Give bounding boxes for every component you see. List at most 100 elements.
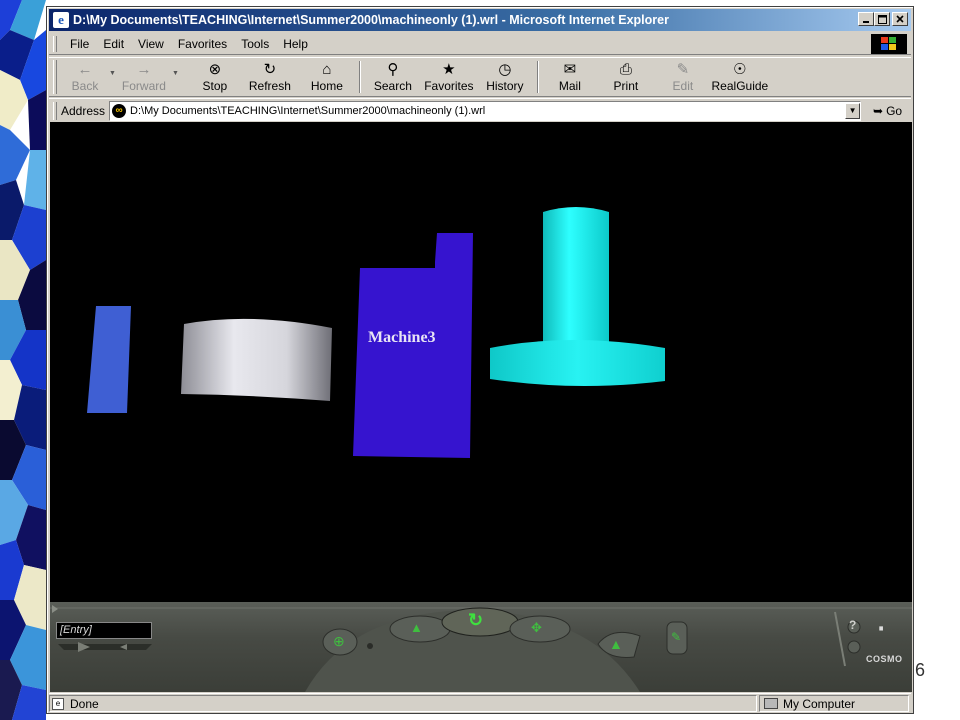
stop-icon: ⊗ xyxy=(208,61,222,78)
address-label: Address xyxy=(61,103,106,118)
seek-icon: ▲ xyxy=(609,636,623,652)
print-icon: ⎙ xyxy=(619,61,632,78)
status-text: Done xyxy=(70,696,99,711)
home-button[interactable]: ⌂ Home xyxy=(301,58,353,96)
security-zone-panel: My Computer xyxy=(759,695,909,712)
history-label: History xyxy=(486,79,524,93)
search-label: Search xyxy=(373,79,412,93)
edit-label: Edit xyxy=(672,79,694,93)
print-button[interactable]: ⎙ Print xyxy=(595,58,657,96)
address-dropdown-icon[interactable]: ▼ xyxy=(845,102,861,119)
windows-logo-icon xyxy=(871,34,907,54)
cosmo-player-dashboard: [Entry] ⊕ ▲ ↻ ✥ ▲ ✎ ? ٠ COSMO xyxy=(50,602,912,692)
refresh-button[interactable]: ↻ Refresh xyxy=(239,58,301,96)
realguide-icon: ☉ xyxy=(733,61,747,78)
zoom-icon: ⊕ xyxy=(333,633,345,649)
address-grip[interactable] xyxy=(53,101,57,120)
address-url: D:\My Documents\TEACHING\Internet\Summer… xyxy=(130,104,486,117)
maximize-icon xyxy=(877,14,887,24)
pan-icon: ✥ xyxy=(531,620,542,635)
forward-arrow-icon: → xyxy=(136,61,152,78)
status-main-panel: e Done xyxy=(49,695,757,712)
go-label: Go xyxy=(886,103,903,118)
menu-help[interactable]: Help xyxy=(276,37,315,51)
menu-tools[interactable]: Tools xyxy=(234,37,276,51)
mail-button[interactable]: ✉ Mail xyxy=(545,58,595,96)
favorites-button[interactable]: ★ Favorites xyxy=(419,58,479,96)
zone-text: My Computer xyxy=(783,696,856,711)
title-bar[interactable]: e D:\My Documents\TEACHING\Internet\Summ… xyxy=(49,9,911,31)
menu-view[interactable]: View xyxy=(131,37,171,51)
menu-file[interactable]: File xyxy=(63,37,96,51)
cyan-machine-shaft[interactable] xyxy=(543,207,609,344)
forward-dropdown-icon[interactable]: ▼ xyxy=(172,70,179,77)
back-label: Back xyxy=(71,79,99,93)
realguide-label: RealGuide xyxy=(711,79,769,93)
menu-bar: File Edit View Favorites Tools Help xyxy=(49,33,911,55)
my-computer-icon xyxy=(764,698,778,709)
forward-label: Forward xyxy=(121,79,166,93)
toolbar-separator xyxy=(536,61,539,93)
address-bar: Address ∞ D:\My Documents\TEACHING\Inter… xyxy=(49,98,911,122)
cyan-machine-base[interactable] xyxy=(490,340,665,387)
cosmo-brand: COSMO xyxy=(866,654,903,664)
status-bar: e Done My Computer xyxy=(49,693,911,713)
refresh-label: Refresh xyxy=(248,79,291,93)
back-arrow-icon: ← xyxy=(77,61,93,78)
cosmo-swirl-icon: ٠ xyxy=(872,608,891,646)
vrml-scene[interactable]: Machine3 xyxy=(50,122,912,602)
dolly-icon: ▲ xyxy=(410,620,423,635)
rotate-icon: ↻ xyxy=(468,610,484,630)
minimize-button[interactable] xyxy=(858,12,874,26)
decorative-mosaic-border xyxy=(0,0,48,720)
favorites-label: Favorites xyxy=(424,79,474,93)
history-button[interactable]: ◷ History xyxy=(479,58,531,96)
favorites-icon: ★ xyxy=(442,61,456,78)
viewpoint-entry-field[interactable]: [Entry] xyxy=(56,622,152,639)
home-icon: ⌂ xyxy=(322,61,332,78)
history-icon: ◷ xyxy=(498,61,512,78)
back-button[interactable]: ← Back xyxy=(63,58,107,96)
forward-button[interactable]: → Forward xyxy=(118,58,170,96)
vrml-file-icon: ∞ xyxy=(112,103,127,118)
search-button[interactable]: ⚲ Search xyxy=(367,58,419,96)
mail-label: Mail xyxy=(558,79,581,93)
search-icon: ⚲ xyxy=(387,61,399,78)
gravity-icon: ✎ xyxy=(671,630,682,644)
gray-cylinder-shape[interactable] xyxy=(181,318,332,401)
close-icon xyxy=(896,15,904,23)
menu-edit[interactable]: Edit xyxy=(96,37,131,51)
toolbar-separator xyxy=(358,61,361,93)
machine3-label: Machine3 xyxy=(368,329,436,346)
realguide-button[interactable]: ☉ RealGuide xyxy=(709,58,771,96)
address-input[interactable]: ∞ D:\My Documents\TEACHING\Internet\Summ… xyxy=(109,100,862,121)
page-icon: e xyxy=(52,697,64,710)
blue-panel-shape[interactable] xyxy=(87,306,131,413)
window-controls xyxy=(858,12,908,26)
ie-logo-icon: e xyxy=(53,12,69,28)
window-title: D:\My Documents\TEACHING\Internet\Summer… xyxy=(73,13,669,27)
browser-window: e D:\My Documents\TEACHING\Internet\Summ… xyxy=(46,6,914,714)
refresh-icon: ↻ xyxy=(263,61,277,78)
maximize-button[interactable] xyxy=(874,12,890,26)
standard-toolbar: ← Back ▼ → Forward ▼ ⊗ Stop ↻ Refresh ⌂ … xyxy=(49,57,911,97)
print-label: Print xyxy=(613,79,639,93)
go-button[interactable]: ➥ Go xyxy=(873,104,902,118)
home-label: Home xyxy=(310,79,343,93)
stop-label: Stop xyxy=(202,79,228,93)
stop-button[interactable]: ⊗ Stop xyxy=(191,58,239,96)
vrml-viewport[interactable]: Machine3 xyxy=(50,122,912,602)
edit-icon: ✎ xyxy=(676,61,690,78)
slide-number: 6 xyxy=(915,660,926,680)
close-button[interactable] xyxy=(892,12,908,26)
menu-grip[interactable] xyxy=(53,35,57,52)
slide: 6 e D:\My Documents\TEACHING\Internet\Su… xyxy=(0,0,960,720)
go-arrow-icon: ➥ xyxy=(873,103,884,118)
toolbar-grip[interactable] xyxy=(53,60,57,94)
help-label: ? xyxy=(849,618,857,632)
back-dropdown-icon[interactable]: ▼ xyxy=(109,70,116,77)
menu-favorites[interactable]: Favorites xyxy=(171,37,234,51)
edit-button[interactable]: ✎ Edit xyxy=(657,58,709,96)
mail-icon: ✉ xyxy=(563,61,577,78)
minimize-icon xyxy=(863,21,869,23)
